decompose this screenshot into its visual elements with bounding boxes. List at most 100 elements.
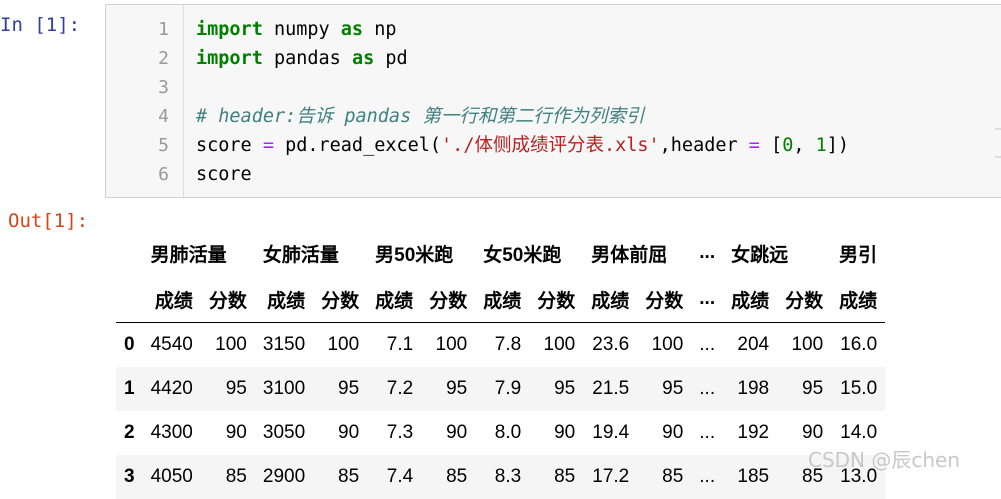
table-cell: 19.4: [583, 411, 637, 455]
row-index: 1: [116, 367, 143, 411]
column-subheader: 分数: [201, 276, 255, 323]
code-token: as: [341, 19, 363, 40]
column-group-header: 男体前屈: [583, 230, 691, 276]
code-token: # header:告诉 pandas 第一行和第二行作为列索引: [196, 106, 644, 127]
code-token: np: [363, 19, 396, 40]
code-line: score: [196, 160, 849, 189]
table-cell: 100: [421, 323, 475, 368]
dataframe-body: 0454010031501007.11007.810023.6100...204…: [116, 323, 885, 499]
code-token: [: [760, 135, 782, 156]
table-cell: 3100: [255, 367, 313, 411]
column-subheader: 分数: [777, 276, 831, 323]
code-token: ]): [827, 135, 849, 156]
table-cell: 16.0: [831, 323, 885, 368]
table-cell: ...: [691, 455, 723, 499]
table-cell: 90: [313, 411, 367, 455]
column-group-header: ...: [691, 230, 723, 276]
table-cell: 7.4: [367, 455, 421, 499]
column-subheader: 成绩: [723, 276, 777, 323]
code-token: import: [196, 19, 263, 40]
table-cell: 8.3: [475, 455, 529, 499]
output-prompt: Out[1]:: [8, 210, 88, 232]
code-editor[interactable]: import numpy as npimport pandas as pd# h…: [196, 15, 849, 189]
line-number: 6: [158, 160, 169, 189]
index-header-blank: [116, 230, 143, 276]
table-cell: 95: [421, 367, 475, 411]
code-token: score: [196, 135, 263, 156]
column-subheader: 成绩: [255, 276, 313, 323]
table-row: 14420953100957.2957.99521.595...1989515.…: [116, 367, 885, 411]
column-subheader: 分数: [529, 276, 583, 323]
code-token: 1: [816, 135, 827, 156]
table-cell: 85: [637, 455, 691, 499]
column-header-row-2: 成绩分数成绩分数成绩分数成绩分数成绩分数...成绩分数成绩: [116, 276, 885, 323]
column-subheader: 分数: [313, 276, 367, 323]
input-prompt: In [1]:: [0, 14, 80, 36]
table-cell: 192: [723, 411, 777, 455]
table-cell: 21.5: [583, 367, 637, 411]
code-token: pd: [374, 48, 407, 69]
code-line: import pandas as pd: [196, 44, 849, 73]
table-cell: 4420: [143, 367, 201, 411]
table-cell: 95: [637, 367, 691, 411]
table-cell: 85: [421, 455, 475, 499]
row-index: 2: [116, 411, 143, 455]
table-cell: 204: [723, 323, 777, 368]
table-row: 34050852900857.4858.38517.285...1858513.…: [116, 455, 885, 499]
table-cell: 90: [637, 411, 691, 455]
table-cell: 198: [723, 367, 777, 411]
table-cell: 15.0: [831, 367, 885, 411]
line-number: 4: [158, 102, 169, 131]
column-subheader: ...: [691, 276, 723, 323]
table-cell: 85: [313, 455, 367, 499]
index-header-blank: [116, 276, 143, 323]
table-cell: 85: [529, 455, 583, 499]
code-cell[interactable]: 123456 import numpy as npimport pandas a…: [105, 4, 1001, 198]
table-row: 0454010031501007.11007.810023.6100...204…: [116, 323, 885, 368]
dataframe-output: 男肺活量女肺活量男50米跑女50米跑男体前屈...女跳远男引 成绩分数成绩分数成…: [116, 230, 885, 499]
table-cell: ...: [691, 411, 723, 455]
column-subheader: 成绩: [475, 276, 529, 323]
table-cell: 8.0: [475, 411, 529, 455]
code-token: 0: [782, 135, 793, 156]
column-group-header: 女50米跑: [475, 230, 583, 276]
scroll-marker: [995, 128, 1001, 130]
table-cell: 100: [313, 323, 367, 368]
code-token: pd.read_excel(: [274, 135, 441, 156]
column-group-header: 男50米跑: [367, 230, 475, 276]
column-group-header: 男引: [831, 230, 885, 276]
code-token: numpy: [263, 19, 341, 40]
row-index: 3: [116, 455, 143, 499]
code-token: ,: [793, 135, 815, 156]
table-cell: ...: [691, 367, 723, 411]
code-token: pandas: [263, 48, 352, 69]
table-cell: 2900: [255, 455, 313, 499]
column-subheader: 成绩: [583, 276, 637, 323]
table-cell: 3150: [255, 323, 313, 368]
code-token: score: [196, 164, 252, 185]
table-cell: 4540: [143, 323, 201, 368]
line-number-gutter: 123456: [106, 5, 184, 197]
table-cell: 90: [421, 411, 475, 455]
column-header-row-1: 男肺活量女肺活量男50米跑女50米跑男体前屈...女跳远男引: [116, 230, 885, 276]
code-token: =: [749, 135, 760, 156]
column-subheader: 分数: [421, 276, 475, 323]
table-cell: 7.3: [367, 411, 421, 455]
code-line: import numpy as np: [196, 15, 849, 44]
column-subheader: 分数: [637, 276, 691, 323]
table-cell: ...: [691, 323, 723, 368]
table-cell: 7.9: [475, 367, 529, 411]
table-cell: 7.2: [367, 367, 421, 411]
code-token: './体侧成绩评分表.xls': [441, 135, 660, 156]
table-cell: 185: [723, 455, 777, 499]
table-cell: 95: [201, 367, 255, 411]
column-group-header: 女肺活量: [255, 230, 367, 276]
line-number: 5: [158, 131, 169, 160]
table-cell: 95: [313, 367, 367, 411]
code-token: as: [352, 48, 374, 69]
line-number: 2: [158, 44, 169, 73]
table-cell: 17.2: [583, 455, 637, 499]
table-cell: 4050: [143, 455, 201, 499]
table-cell: 100: [637, 323, 691, 368]
code-token: import: [196, 48, 263, 69]
